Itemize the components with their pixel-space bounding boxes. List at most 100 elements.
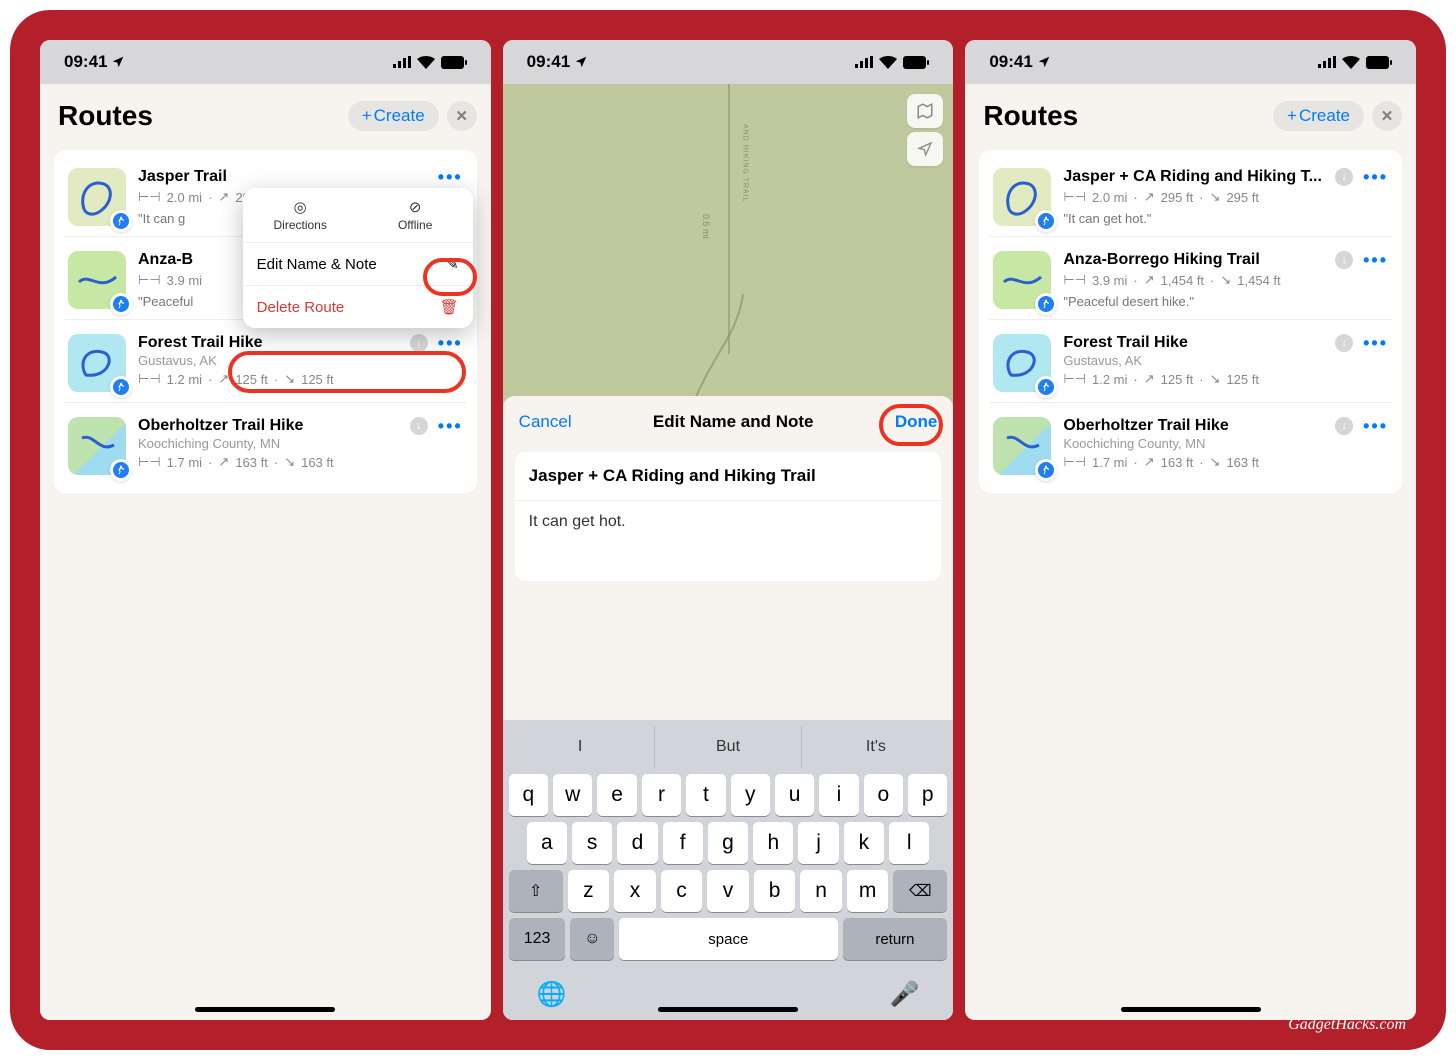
key[interactable]: w [553, 774, 592, 816]
download-icon[interactable]: ↓ [1335, 417, 1353, 435]
route-name: Forest Trail Hike [1063, 334, 1188, 352]
cellular-icon [1318, 56, 1336, 68]
key[interactable]: e [597, 774, 636, 816]
note-input[interactable]: It can get hot. [515, 501, 942, 581]
suggestion[interactable]: I [507, 726, 654, 768]
close-button[interactable]: ✕ [1372, 101, 1402, 131]
status-icons [393, 56, 467, 69]
more-icon[interactable]: ••• [438, 334, 463, 352]
close-button[interactable]: ✕ [447, 101, 477, 131]
create-button[interactable]: + Create [1273, 101, 1364, 131]
key[interactable]: b [754, 870, 796, 912]
key[interactable]: o [864, 774, 903, 816]
route-thumbnail [68, 334, 126, 392]
walking-icon [110, 376, 132, 398]
key[interactable]: i [819, 774, 858, 816]
download-icon[interactable]: ↓ [1335, 334, 1353, 352]
key[interactable]: d [617, 822, 657, 864]
route-item[interactable]: Anza-Borrego Hiking Trail↓••• ⊢⊣3.9 mi ·… [989, 236, 1392, 317]
home-indicator [1121, 1007, 1261, 1012]
download-icon[interactable]: ↓ [410, 417, 428, 435]
download-icon[interactable]: ↓ [1335, 251, 1353, 269]
key[interactable]: z [568, 870, 610, 912]
numbers-key[interactable]: 123 [509, 918, 566, 960]
return-key[interactable]: return [843, 918, 948, 960]
route-name: Jasper Trail [138, 168, 227, 186]
create-button[interactable]: + Create [348, 101, 439, 131]
keyboard-row: q w e r t y u i o p [509, 774, 948, 816]
more-icon[interactable]: ••• [1363, 417, 1388, 435]
key[interactable]: q [509, 774, 548, 816]
route-item[interactable]: Oberholtzer Trail Hike ↓••• Koochiching … [64, 402, 467, 483]
more-icon[interactable]: ••• [1363, 168, 1388, 186]
walking-icon [110, 459, 132, 481]
key[interactable]: t [686, 774, 725, 816]
suggestion[interactable]: It's [801, 726, 949, 768]
walking-icon [1035, 376, 1057, 398]
cancel-button[interactable]: Cancel [519, 412, 572, 432]
key[interactable]: m [847, 870, 889, 912]
download-icon[interactable]: ↓ [410, 334, 428, 352]
suggestion[interactable]: But [654, 726, 802, 768]
locate-me-button[interactable] [907, 132, 943, 166]
more-icon[interactable]: ••• [1363, 334, 1388, 352]
done-button[interactable]: Done [895, 412, 938, 432]
key[interactable]: f [663, 822, 703, 864]
status-bar: 09:41 [503, 40, 954, 84]
route-thumbnail [993, 251, 1051, 309]
route-context-menu: ◎Directions ⊘Offline Edit Name & Note ✎ … [243, 188, 473, 328]
page-title: Routes [58, 100, 153, 132]
walking-icon [110, 293, 132, 315]
menu-directions[interactable]: ◎Directions [243, 188, 358, 242]
menu-offline[interactable]: ⊘Offline [358, 188, 473, 242]
mic-icon[interactable]: 🎤 [889, 980, 919, 1009]
sheet-title: Edit Name and Note [653, 412, 814, 432]
keyboard: I But It's q w e r t y u i o p a [503, 720, 954, 1020]
menu-delete-route[interactable]: Delete Route 🗑 [243, 285, 473, 328]
globe-icon[interactable]: 🌐 [537, 980, 567, 1009]
location-icon [574, 55, 588, 69]
space-key[interactable]: space [619, 918, 837, 960]
route-name: Oberholtzer Trail Hike [1063, 417, 1228, 435]
more-icon[interactable]: ••• [438, 168, 463, 186]
shift-key[interactable]: ⇧ [509, 870, 563, 912]
route-thumbnail [68, 168, 126, 226]
more-icon[interactable]: ••• [438, 417, 463, 435]
more-icon[interactable]: ••• [1363, 251, 1388, 269]
delete-key[interactable]: ⌫ [893, 870, 947, 912]
key[interactable]: u [775, 774, 814, 816]
routes-list: Jasper Trail ••• ⊢⊣2.0 mi · ↗295 ft · ↘2… [54, 150, 477, 493]
phone-screenshot-3: 09:41 Routes + Create ✕ Jasper + CA Ridi… [965, 40, 1416, 1020]
route-item[interactable]: Forest Trail Hike ↓••• Gustavus, AK ⊢⊣1.… [64, 319, 467, 400]
key[interactable]: p [908, 774, 947, 816]
route-item[interactable]: Forest Trail Hike↓••• Gustavus, AK ⊢⊣1.2… [989, 319, 1392, 400]
key[interactable]: a [527, 822, 567, 864]
name-input[interactable]: Jasper + CA Riding and Hiking Trail [515, 452, 942, 501]
menu-edit-name-note[interactable]: Edit Name & Note ✎ [243, 242, 473, 285]
map-distance-label: 0.5 mi [701, 214, 711, 239]
key[interactable]: c [661, 870, 703, 912]
route-item[interactable]: Oberholtzer Trail Hike↓••• Koochiching C… [989, 402, 1392, 483]
walking-icon [1035, 210, 1057, 232]
key[interactable]: s [572, 822, 612, 864]
route-thumbnail [993, 168, 1051, 226]
key[interactable]: j [798, 822, 838, 864]
key[interactable]: n [800, 870, 842, 912]
phone-screenshot-2: 09:41 AND HIKING TRAIL 0.5 mi ☀️ 93° Can… [503, 40, 954, 1020]
home-indicator [195, 1007, 335, 1012]
ascent-icon: ↗ [218, 189, 229, 205]
emoji-key[interactable]: ☺ [570, 918, 614, 960]
battery-icon [1366, 56, 1392, 69]
key[interactable]: y [731, 774, 770, 816]
key[interactable]: k [844, 822, 884, 864]
key[interactable]: x [614, 870, 656, 912]
map-mode-button[interactable] [907, 94, 943, 128]
key[interactable]: v [707, 870, 749, 912]
download-icon[interactable]: ↓ [1335, 168, 1353, 186]
key[interactable]: r [642, 774, 681, 816]
key[interactable]: l [889, 822, 929, 864]
route-item[interactable]: Jasper + CA Riding and Hiking T...↓••• ⊢… [989, 160, 1392, 234]
key[interactable]: g [708, 822, 748, 864]
key[interactable]: h [753, 822, 793, 864]
route-item[interactable]: Jasper Trail ••• ⊢⊣2.0 mi · ↗295 ft · ↘2… [64, 160, 467, 234]
